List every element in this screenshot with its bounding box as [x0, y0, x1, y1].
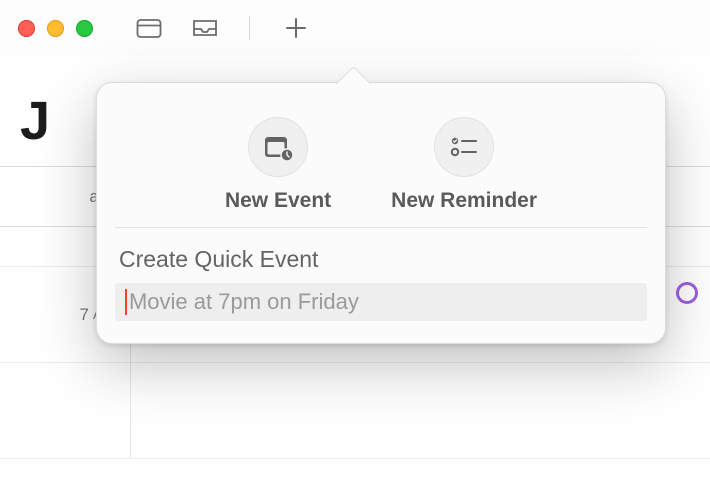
quick-event-field-wrap[interactable]: [115, 283, 647, 321]
reminders-list-icon: [449, 134, 479, 160]
new-reminder-circle: [434, 117, 494, 177]
new-reminder-mode-button[interactable]: New Reminder: [391, 117, 537, 213]
inbox-icon: [191, 18, 219, 38]
plus-icon: [285, 17, 307, 39]
calendars-toolbar-button[interactable]: [133, 14, 165, 42]
hour-row: [0, 363, 710, 459]
event-ring-icon[interactable]: [676, 282, 698, 304]
hour-lane[interactable]: [130, 363, 710, 458]
zoom-window-button[interactable]: [76, 20, 93, 37]
toolbar: [133, 14, 312, 42]
new-event-popover: New Event New Reminder Create Quick Even…: [96, 82, 666, 344]
quick-event-input[interactable]: [129, 289, 637, 315]
calendars-icon: [136, 17, 162, 39]
minimize-window-button[interactable]: [47, 20, 64, 37]
close-window-button[interactable]: [18, 20, 35, 37]
popover-mode-row: New Event New Reminder: [115, 101, 647, 228]
traffic-lights: [18, 20, 93, 37]
new-event-label: New Event: [225, 189, 331, 213]
quick-event-heading: Create Quick Event: [119, 246, 643, 273]
text-caret: [125, 289, 127, 315]
window-titlebar: [0, 0, 710, 56]
add-toolbar-button[interactable]: [280, 14, 312, 42]
hour-number: 7: [80, 305, 89, 325]
toolbar-separator: [249, 16, 250, 40]
new-event-mode-button[interactable]: New Event: [225, 117, 331, 213]
new-reminder-label: New Reminder: [391, 189, 537, 213]
calendar-add-icon: [262, 132, 294, 162]
new-event-circle: [248, 117, 308, 177]
inbox-toolbar-button[interactable]: [189, 14, 221, 42]
